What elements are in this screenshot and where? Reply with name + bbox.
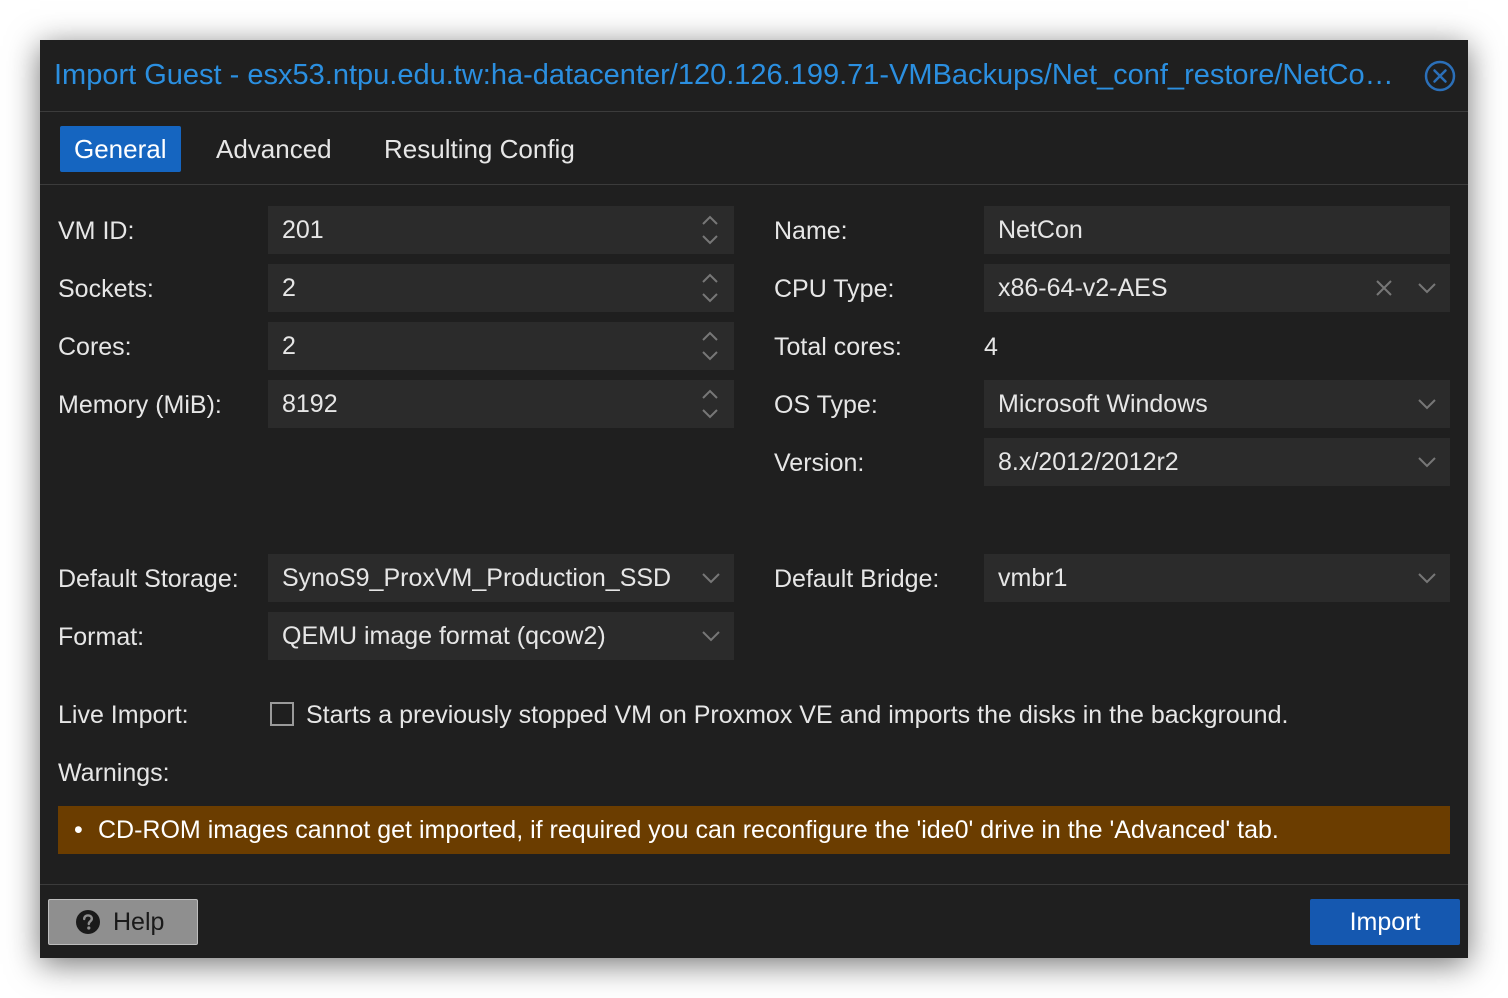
bullet-icon: •: [74, 816, 83, 844]
format-value: QEMU image format (qcow2): [282, 622, 606, 650]
version-value: 8.x/2012/2012r2: [998, 448, 1179, 476]
warning-text: CD-ROM images cannot get imported, if re…: [98, 816, 1279, 844]
memory-label: Memory (MiB):: [58, 391, 222, 419]
os-type-label: OS Type:: [774, 391, 878, 419]
question-circle-icon: [76, 910, 100, 934]
cores-label: Cores:: [58, 333, 132, 361]
default-bridge-value: vmbr1: [998, 564, 1068, 592]
name-input[interactable]: NetCon: [984, 206, 1450, 254]
dialog-titlebar: Import Guest - esx53.ntpu.edu.tw:ha-data…: [40, 40, 1468, 112]
chevron-down-icon[interactable]: [700, 568, 722, 588]
cores-value: 2: [282, 332, 296, 360]
help-button[interactable]: Help: [48, 899, 198, 945]
tab-resulting-config[interactable]: Resulting Config: [370, 126, 589, 172]
dialog-title: Import Guest - esx53.ntpu.edu.tw:ha-data…: [54, 59, 1408, 91]
live-import-description: Starts a previously stopped VM on Proxmo…: [306, 701, 1289, 729]
import-guest-dialog: Import Guest - esx53.ntpu.edu.tw:ha-data…: [40, 40, 1468, 958]
sockets-input[interactable]: 2: [268, 264, 734, 312]
format-select[interactable]: QEMU image format (qcow2): [268, 612, 734, 660]
cpu-type-select[interactable]: x86-64-v2-AES: [984, 264, 1450, 312]
warning-box: • CD-ROM images cannot get imported, if …: [58, 806, 1450, 854]
close-icon[interactable]: [1424, 60, 1456, 92]
vmid-input[interactable]: 201: [268, 206, 734, 254]
live-import-label: Live Import:: [58, 701, 189, 729]
tab-general[interactable]: General: [60, 126, 181, 172]
default-bridge-select[interactable]: vmbr1: [984, 554, 1450, 602]
cores-input[interactable]: 2: [268, 322, 734, 370]
chevron-down-icon[interactable]: [1416, 394, 1438, 414]
os-type-select[interactable]: Microsoft Windows: [984, 380, 1450, 428]
live-import-checkbox[interactable]: [270, 702, 294, 726]
default-storage-label: Default Storage:: [58, 565, 239, 593]
version-select[interactable]: 8.x/2012/2012r2: [984, 438, 1450, 486]
vmid-value: 201: [282, 216, 324, 244]
cpu-type-value: x86-64-v2-AES: [998, 274, 1168, 302]
memory-value: 8192: [282, 390, 338, 418]
default-storage-value: SynoS9_ProxVM_Production_SSD: [282, 564, 672, 592]
chevron-down-icon[interactable]: [700, 626, 722, 646]
chevron-down-icon[interactable]: [1416, 568, 1438, 588]
default-bridge-label: Default Bridge:: [774, 565, 940, 593]
help-button-label: Help: [113, 908, 165, 936]
spinner-icon[interactable]: [700, 386, 720, 422]
name-value: NetCon: [998, 216, 1083, 244]
sockets-label: Sockets:: [58, 275, 154, 303]
tab-advanced[interactable]: Advanced: [202, 126, 346, 172]
sockets-value: 2: [282, 274, 296, 302]
chevron-down-icon[interactable]: [1416, 452, 1438, 472]
vmid-label: VM ID:: [58, 217, 135, 245]
chevron-down-icon[interactable]: [1416, 278, 1438, 298]
memory-input[interactable]: 8192: [268, 380, 734, 428]
version-label: Version:: [774, 449, 865, 477]
tab-bar: General Advanced Resulting Config: [40, 112, 1468, 185]
total-cores-label: Total cores:: [774, 333, 902, 361]
spinner-icon[interactable]: [700, 328, 720, 364]
spinner-icon[interactable]: [700, 212, 720, 248]
warnings-label: Warnings:: [58, 759, 170, 787]
os-type-value: Microsoft Windows: [998, 390, 1208, 418]
format-label: Format:: [58, 623, 145, 651]
clear-icon[interactable]: [1374, 278, 1394, 298]
name-label: Name:: [774, 217, 848, 245]
spinner-icon[interactable]: [700, 270, 720, 306]
cpu-type-label: CPU Type:: [774, 275, 895, 303]
default-storage-select[interactable]: SynoS9_ProxVM_Production_SSD: [268, 554, 734, 602]
import-button[interactable]: Import: [1310, 899, 1460, 945]
dialog-footer: Help Import: [40, 884, 1468, 958]
total-cores-value: 4: [984, 333, 998, 361]
